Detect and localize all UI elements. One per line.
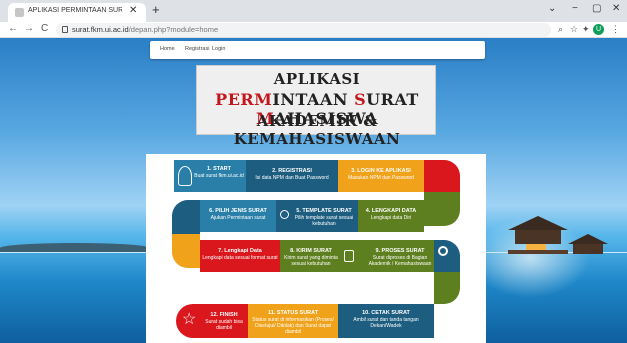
step-desc: Lengkapi data Diri <box>370 215 412 221</box>
step-title: 8. KIRIM SURAT <box>290 248 332 254</box>
star-icon[interactable]: ☆ <box>570 24 578 35</box>
title-line-1: APLIKASI <box>273 70 361 88</box>
title-part: PERM <box>215 90 273 109</box>
step-8: 8. KIRIM SURAT Kirim surat yang diminta … <box>280 240 366 272</box>
step-5: 5. TEMPLATE SURAT Pilih template surat s… <box>276 200 358 232</box>
step-4: 4. LENGKAPI DATA Lengkapi data Diri <box>358 200 424 232</box>
flow-connector <box>434 272 460 304</box>
step-3: 3. LOGIN KE APLIKASI Masukan NPM dan Pas… <box>338 160 424 192</box>
settings-icon <box>438 246 448 256</box>
url-field[interactable]: surat.fkm.ui.ac.id/depan.php?module=home <box>56 23 551 37</box>
step-desc: Surat diproses di Bagian Akademik / Kema… <box>368 255 432 267</box>
step-7: 7. Lengkapi Data Lengkapi data sesuai fo… <box>200 240 280 272</box>
step-title: 6. PILIH JENIS SURAT <box>209 208 267 214</box>
step-title: 12. FINISH <box>210 312 238 318</box>
reload-icon[interactable]: C <box>41 23 48 34</box>
step-desc: Isi data NPM dan Buat Password <box>255 175 329 181</box>
title-part: S <box>354 90 367 109</box>
tab-title: APLIKASI PERMINTAAN SURAT M <box>28 7 122 14</box>
step-9: 9. PROSES SURAT Surat diproses di Bagian… <box>366 240 434 272</box>
background-hut <box>508 216 568 254</box>
app-title-banner: APLIKASI PERMINTAAN SURAT MAHASISWA AKAD… <box>196 65 436 148</box>
profile-avatar[interactable]: U <box>593 24 604 35</box>
step-desc: Ajukan Permintaan surat <box>210 215 266 221</box>
address-bar: ← → C surat.fkm.ui.ac.id/depan.php?modul… <box>0 22 627 38</box>
step-desc: Kirim surat yang diminta sesuai kebutuha… <box>284 255 338 267</box>
tab-search-chevron-icon[interactable]: ⌄ <box>548 3 556 14</box>
minimize-icon[interactable]: − <box>572 3 578 14</box>
tab-close-icon[interactable]: ✕ <box>129 5 137 16</box>
nav-home-link[interactable]: Home <box>160 46 175 52</box>
flow-connector <box>172 234 200 268</box>
nav-registrasi-link[interactable]: Registrasi <box>185 46 209 52</box>
step-title: 5. TEMPLATE SURAT <box>296 208 352 214</box>
browser-tab-bar: APLIKASI PERMINTAAN SURAT M ✕ + ⌄ − ▢ ✕ <box>0 0 627 22</box>
step-desc: Status surat di informasikan (Proses/ Di… <box>252 317 334 335</box>
step-11: 11. STATUS SURAT Status surat di informa… <box>248 304 338 338</box>
flow-connector <box>172 200 200 234</box>
back-icon[interactable]: ← <box>8 23 18 34</box>
title-part: INTAAN <box>272 90 355 109</box>
favicon-icon <box>15 8 24 17</box>
url-host: surat.fkm.ui.ac.id <box>72 25 129 34</box>
magnifier-icon <box>280 210 289 219</box>
step-desc: Masukan NPM dan Password <box>348 175 414 181</box>
flow-connector <box>434 240 460 272</box>
step-2: 2. REGISTRASI Isi data NPM dan Buat Pass… <box>246 160 338 192</box>
step-desc: Lengkapi data sesuai format surat <box>202 255 278 261</box>
step-desc: Surat sudah bisa diambil <box>205 319 243 331</box>
background-hut <box>568 234 608 254</box>
step-title: 4. LENGKAPI DATA <box>365 208 417 214</box>
mail-icon <box>424 226 436 234</box>
step-desc: Buat surat fkm.ui.ac.id <box>194 173 244 179</box>
step-title: 3. LOGIN KE APLIKASI <box>351 168 411 174</box>
window-close-icon[interactable]: ✕ <box>612 3 620 14</box>
step-title: 10. CETAK SURAT <box>362 310 410 316</box>
restore-icon[interactable]: ▢ <box>592 3 601 14</box>
nav-login-link[interactable]: Login <box>212 46 225 52</box>
step-10: 10. CETAK SURAT Ambil surat dan tanda ta… <box>338 304 434 338</box>
workflow-infographic: 1. START Buat surat fkm.ui.ac.id 2. REGI… <box>146 154 486 343</box>
lock-icon <box>344 250 354 262</box>
star-icon: ☆ <box>182 311 197 328</box>
extensions-icon[interactable]: ✦ <box>582 24 590 35</box>
url-path: /depan.php?module=home <box>128 25 219 34</box>
step-desc: Ambil surat dan tanda tangan Dekan/Wadek <box>353 317 419 329</box>
title-line-3: AKADEMIK & KEMAHASISWAAN <box>233 112 401 148</box>
search-icon[interactable]: ⌕ <box>558 24 563 35</box>
forward-icon[interactable]: → <box>24 23 34 34</box>
page-viewport: Home Registrasi Login APLIKASI PERMINTAA… <box>0 38 627 343</box>
step-title: 2. REGISTRASI <box>272 168 312 174</box>
lock-icon <box>62 26 68 33</box>
step-title: 1. START <box>206 166 232 172</box>
step-title: 11. STATUS SURAT <box>267 310 319 316</box>
url-text: surat.fkm.ui.ac.id/depan.php?module=home <box>72 25 218 34</box>
flow-connector <box>424 192 460 226</box>
rocket-icon <box>178 166 192 186</box>
step-6: 6. PILIH JENIS SURAT Ajukan Permintaan s… <box>200 200 276 232</box>
step-title: 9. PROSES SURAT <box>375 248 425 254</box>
flow-connector <box>424 160 460 192</box>
step-1: 1. START Buat surat fkm.ui.ac.id <box>174 160 246 192</box>
step-desc: Pilih template surat sesuai kebutuhan <box>294 215 354 227</box>
step-title: 7. Lengkapi Data <box>218 248 262 254</box>
new-tab-icon[interactable]: + <box>152 2 160 17</box>
step-12: ☆ 12. FINISH Surat sudah bisa diambil <box>176 304 248 338</box>
browser-tab[interactable]: APLIKASI PERMINTAAN SURAT M ✕ <box>8 3 146 22</box>
title-part: URAT <box>366 90 419 109</box>
menu-icon[interactable]: ⋮ <box>611 24 620 35</box>
site-navbar: Home Registrasi Login <box>150 41 485 59</box>
